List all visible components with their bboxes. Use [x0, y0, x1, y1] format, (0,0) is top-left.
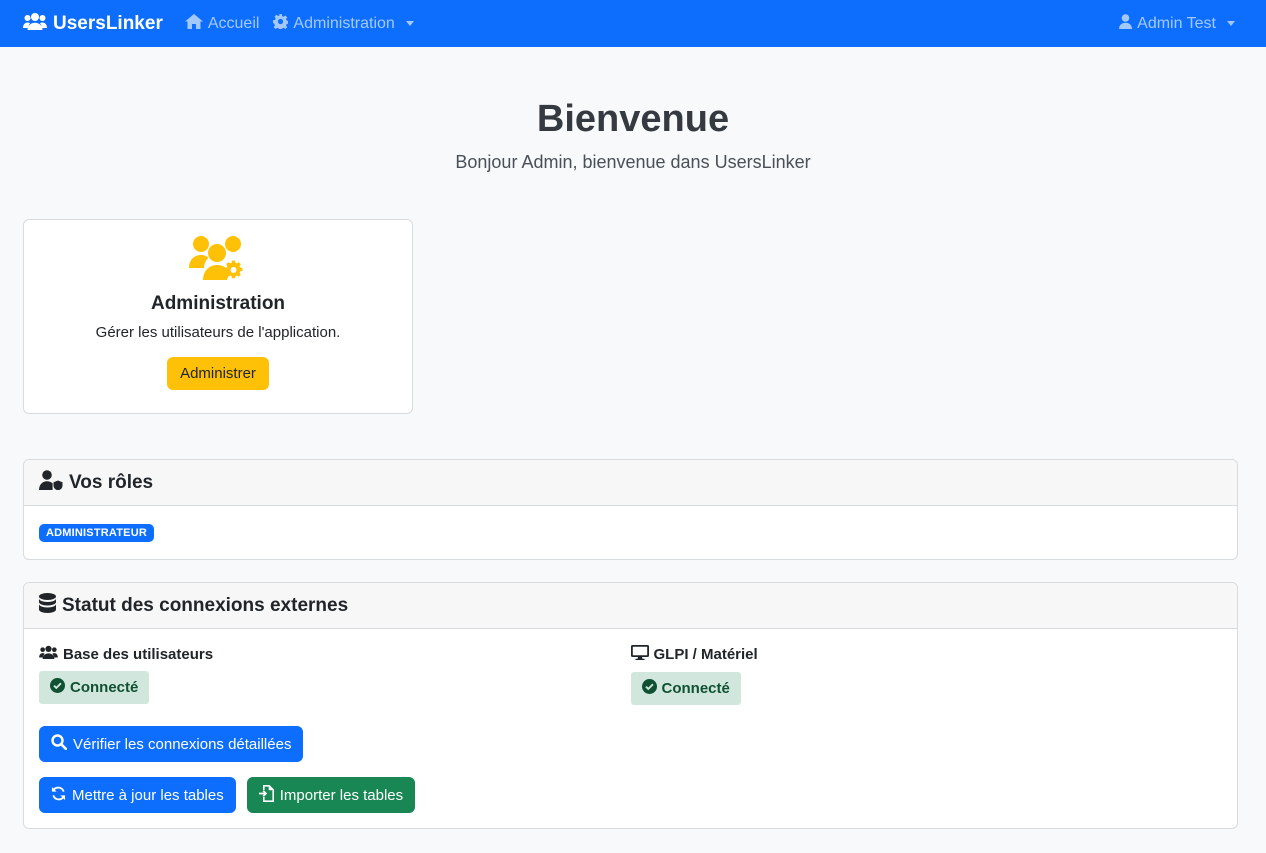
connections-panel-title: Statut des connexions externes [62, 594, 349, 616]
top-navbar: UsersLinker Accueil Administration Admin… [0, 0, 1266, 47]
nav-administration-label: Administration [293, 14, 395, 32]
table-actions: Mettre à jour les tables Importer les ta… [39, 777, 416, 813]
connection-item-glpi: GLPI / Matériel Connecté [630, 645, 1223, 705]
roles-panel: Vos rôles ADMINISTRATEUR [23, 459, 1238, 560]
status-text: Connecté [661, 680, 730, 697]
page-title: Bienvenue [536, 98, 730, 140]
chevron-down-icon [1227, 21, 1235, 26]
nav-home-label: Accueil [207, 14, 260, 32]
connection-item-users-db: Base des utilisateurs Connecté [39, 645, 631, 705]
status-badge: Connecté [39, 671, 150, 704]
connections-list: Base des utilisateurs Connecté GLPI / Ma… [24, 629, 1237, 705]
brand-name: UsersLinker [53, 12, 163, 34]
database-icon [39, 592, 56, 619]
verify-actions: Vérifier les connexions détaillées [39, 726, 304, 762]
nav-administration-dropdown[interactable]: Administration [273, 13, 414, 34]
desktop-icon [630, 645, 649, 664]
check-circle-icon [641, 679, 657, 698]
status-text: Connecté [70, 679, 139, 696]
chevron-down-icon [405, 21, 414, 26]
administer-button[interactable]: Administrer [167, 357, 269, 390]
import-tables-button[interactable]: Importer les tables [246, 777, 416, 813]
roles-panel-title: Vos rôles [69, 471, 154, 493]
connection-title: GLPI / Matériel [630, 645, 1223, 664]
welcome-section: Bienvenue Bonjour Admin, bienvenue dans … [0, 47, 1266, 173]
user-icon [1119, 13, 1133, 34]
welcome-subtitle: Bonjour Admin, bienvenue dans UsersLinke… [455, 152, 811, 172]
user-menu-label: Admin Test [1137, 14, 1216, 32]
gear-icon [273, 13, 290, 34]
connection-title: Base des utilisateurs [39, 645, 631, 663]
administration-card-title: Administration [150, 293, 286, 314]
brand-link[interactable]: UsersLinker [23, 12, 163, 36]
search-icon [51, 734, 68, 754]
refresh-icon [51, 786, 66, 805]
nav-home[interactable]: Accueil [184, 13, 260, 34]
roles-panel-header: Vos rôles [24, 460, 1237, 506]
home-icon [184, 13, 203, 34]
update-tables-label: Mettre à jour les tables [72, 786, 224, 804]
users-gear-icon [24, 234, 412, 287]
users-icon [39, 645, 58, 663]
administration-card-description: Gérer les utilisateurs de l'application. [95, 324, 341, 341]
check-circle-icon [50, 678, 65, 697]
import-tables-label: Importer les tables [279, 786, 404, 804]
connections-panel: Statut des connexions externes Base des … [23, 582, 1238, 829]
file-import-icon [258, 784, 274, 806]
update-tables-button[interactable]: Mettre à jour les tables [39, 777, 236, 813]
administration-card: Administration Gérer les utilisateurs de… [23, 219, 413, 414]
connection-name: GLPI / Matériel [653, 646, 758, 663]
connection-name: Base des utilisateurs [63, 645, 214, 663]
user-shield-icon [39, 469, 63, 496]
user-menu-dropdown[interactable]: Admin Test [1119, 13, 1235, 34]
verify-connections-label: Vérifier les connexions détaillées [73, 735, 292, 753]
verify-connections-button[interactable]: Vérifier les connexions détaillées [39, 726, 304, 762]
status-badge: Connecté [630, 672, 741, 705]
connections-panel-header: Statut des connexions externes [24, 583, 1237, 629]
users-icon [23, 12, 47, 36]
role-badge: ADMINISTRATEUR [39, 524, 154, 542]
